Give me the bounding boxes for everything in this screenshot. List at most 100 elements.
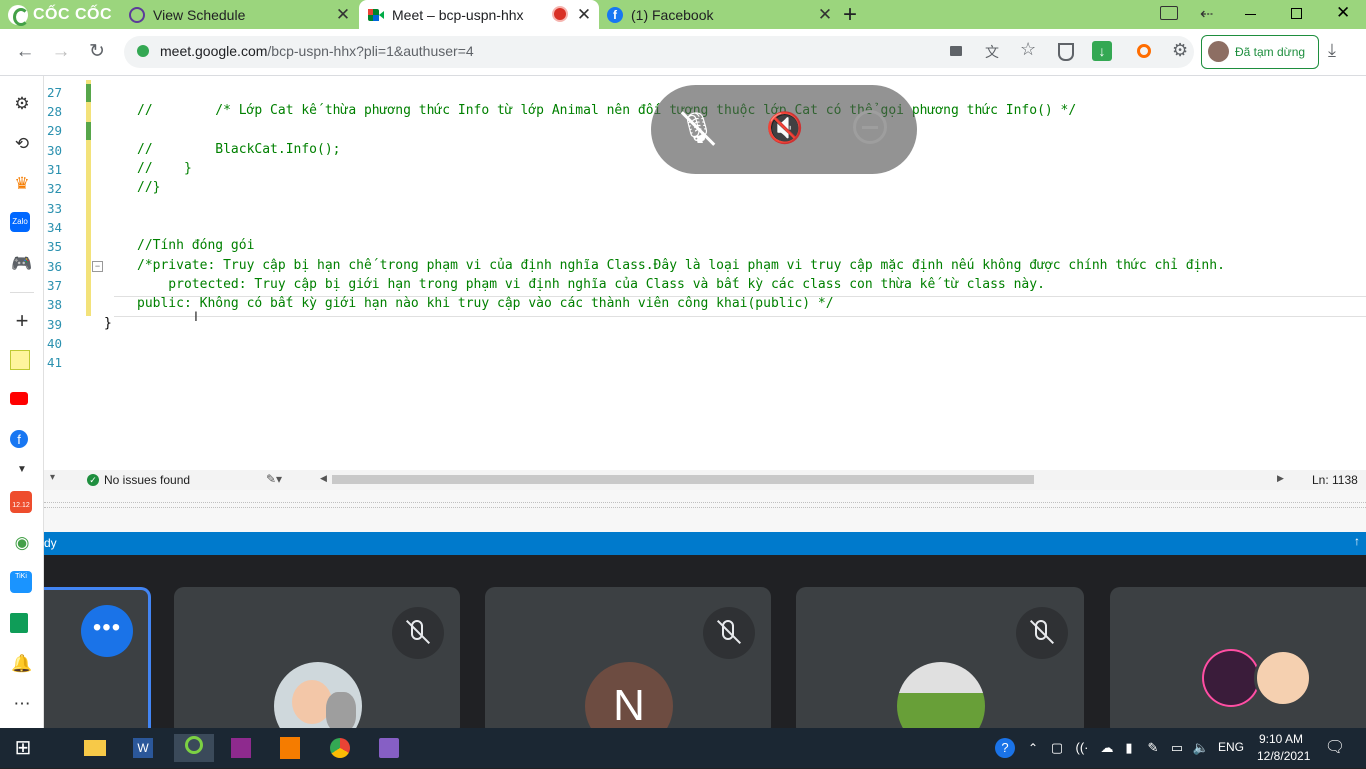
settings-gear-icon[interactable]: ⚙ <box>10 92 34 116</box>
code-line: protected: Truy cập bị giới hạn trong ph… <box>137 277 1045 292</box>
chevron-down-icon[interactable]: ▼ <box>10 458 34 482</box>
code-line: } <box>104 316 112 331</box>
publish-arrow-icon[interactable]: ↑ <box>1354 534 1360 548</box>
restore-window-icon[interactable] <box>1291 8 1302 19</box>
coccoc-menu-button[interactable]: CỐC CỐC <box>8 4 112 26</box>
forward-button-icon[interactable]: → <box>48 39 74 65</box>
new-tab-button[interactable]: + <box>843 1 857 29</box>
code-line: //Tính đóng gói <box>137 238 255 253</box>
line-number: 27 <box>46 85 62 100</box>
tab-facebook[interactable]: f (1) Facebook ✕ <box>600 0 840 29</box>
profile-avatar <box>1208 41 1229 62</box>
scroll-right-icon[interactable]: ▶ <box>1277 473 1284 484</box>
url-path: /bcp-uspn-hhx?pli=1&authuser=4 <box>267 43 474 59</box>
code-line: /*private: Truy cập bị hạn chế trong phạ… <box>137 258 1225 273</box>
back-arrow-icon[interactable]: ⇠ <box>1200 4 1213 24</box>
line-number: 28 <box>46 104 62 119</box>
participant-tile[interactable] <box>174 587 460 737</box>
zalo-icon[interactable]: Zalo <box>10 212 30 232</box>
language-indicator[interactable]: ENG <box>1218 740 1244 754</box>
brush-icon[interactable]: ✎▾ <box>266 472 282 486</box>
more-options-icon[interactable]: ••• <box>81 605 133 657</box>
volume-icon[interactable]: 🔈 <box>1186 734 1216 762</box>
close-tab-icon[interactable]: ✕ <box>334 5 352 25</box>
participant-tile-self[interactable]: ••• <box>44 587 151 743</box>
code-line: // BlackCat.Info(); <box>137 142 341 157</box>
address-bar[interactable]: meet.google.com/bcp-uspn-hhx?pli=1&authu… <box>124 36 1194 68</box>
meet-participant-strip: ••• N <box>44 555 1366 743</box>
check-circle-icon: ✓ <box>87 474 99 486</box>
windows-start-icon[interactable]: ⊞ <box>8 734 38 762</box>
divider <box>10 292 34 293</box>
history-icon[interactable]: ⟲ <box>10 132 34 156</box>
speaker-off-icon[interactable]: 🔇 <box>765 107 805 151</box>
crown-icon[interactable]: ♛ <box>10 172 34 196</box>
participant-avatar-initial: N <box>585 662 673 737</box>
foxit-icon[interactable] <box>275 734 305 762</box>
tab-view-schedule[interactable]: View Schedule ✕ <box>118 0 358 29</box>
more-options-icon[interactable]: ⋯ <box>10 692 34 716</box>
facebook-sidebar-icon[interactable]: f <box>10 430 28 448</box>
add-shortcut-icon[interactable]: + <box>10 309 34 333</box>
tab-meet[interactable]: Meet – bcp-uspn-hhx ✕ <box>359 0 599 29</box>
help-icon[interactable]: ? <box>990 734 1020 762</box>
tab-search-icon[interactable] <box>1160 6 1178 20</box>
bookmark-star-icon[interactable]: ☆ <box>1020 39 1036 60</box>
clock-date[interactable]: 12/8/2021 <box>1257 749 1310 763</box>
extensions-puzzle-icon[interactable]: ⚙ <box>1172 40 1188 61</box>
back-button-icon[interactable]: ← <box>12 39 38 65</box>
change-margin-yellow <box>86 80 91 316</box>
mic-off-icon <box>703 607 755 659</box>
facebook-icon: f <box>607 6 623 23</box>
line-number: 41 <box>46 355 62 370</box>
youtube-icon[interactable] <box>10 392 28 405</box>
participant-avatar <box>1202 649 1260 707</box>
remove-icon[interactable] <box>853 110 887 144</box>
url-text[interactable]: meet.google.com/bcp-uspn-hhx?pli=1&authu… <box>160 43 474 59</box>
game-controller-icon[interactable]: 🎮 <box>10 252 34 276</box>
sheets-icon[interactable] <box>10 613 28 633</box>
shopee-1212-icon[interactable]: 12.12 <box>10 491 32 513</box>
camera-icon[interactable] <box>950 46 962 56</box>
word-icon[interactable]: W <box>128 734 158 762</box>
notification-bell-icon[interactable]: 🔔 <box>10 652 34 676</box>
line-position: Ln: 1138 <box>1312 473 1358 487</box>
participant-avatar <box>274 662 362 737</box>
participant-tile[interactable] <box>796 587 1084 737</box>
coccoc-maps-icon[interactable]: ◉ <box>10 531 34 555</box>
line-number: 38 <box>46 297 62 312</box>
close-window-icon[interactable]: ✕ <box>1336 3 1350 23</box>
notes-icon[interactable] <box>10 350 30 370</box>
chrome-icon[interactable] <box>325 734 355 762</box>
close-tab-icon[interactable]: ✕ <box>816 5 834 25</box>
coccoc-taskbar-icon[interactable] <box>174 734 214 762</box>
schedule-globe-icon <box>129 6 145 23</box>
visual-studio-icon[interactable] <box>374 734 404 762</box>
issues-status[interactable]: No issues found <box>104 473 190 487</box>
profile-paused-button[interactable]: Đã tạm dừng <box>1201 35 1319 69</box>
collapse-toggle-icon[interactable]: − <box>92 261 103 272</box>
translate-icon[interactable]: 文 <box>985 42 999 62</box>
notifications-icon[interactable]: 🗨 <box>1320 734 1350 762</box>
downloads-icon[interactable]: ⤓ <box>1328 40 1336 61</box>
shield-icon[interactable] <box>1058 43 1074 61</box>
code-line: // /* Lớp Cat kế thừa phương thức Info t… <box>137 103 1077 118</box>
coccoc-extension-icon[interactable] <box>1137 44 1151 58</box>
minimize-window-icon[interactable] <box>1245 14 1256 15</box>
winrar-icon[interactable] <box>226 734 256 762</box>
scroll-left-icon[interactable]: ◀ <box>320 473 327 484</box>
download-green-icon[interactable]: ↓ <box>1092 41 1112 61</box>
lock-icon <box>137 45 149 57</box>
tiki-icon[interactable]: TiKi <box>10 571 32 593</box>
line-number: 33 <box>46 201 62 216</box>
reload-icon[interactable]: ↻ <box>84 39 110 65</box>
horizontal-scrollbar[interactable] <box>332 475 1034 484</box>
file-explorer-icon[interactable] <box>80 734 110 762</box>
line-number: 36 <box>46 259 62 274</box>
participant-tile[interactable] <box>1110 587 1366 737</box>
participant-tile[interactable]: N <box>485 587 771 737</box>
clock-time[interactable]: 9:10 AM <box>1259 732 1303 746</box>
ready-status: dy <box>44 536 57 550</box>
close-tab-icon[interactable]: ✕ <box>575 5 593 25</box>
zoom-dropdown-icon[interactable]: ▾ <box>50 472 55 483</box>
